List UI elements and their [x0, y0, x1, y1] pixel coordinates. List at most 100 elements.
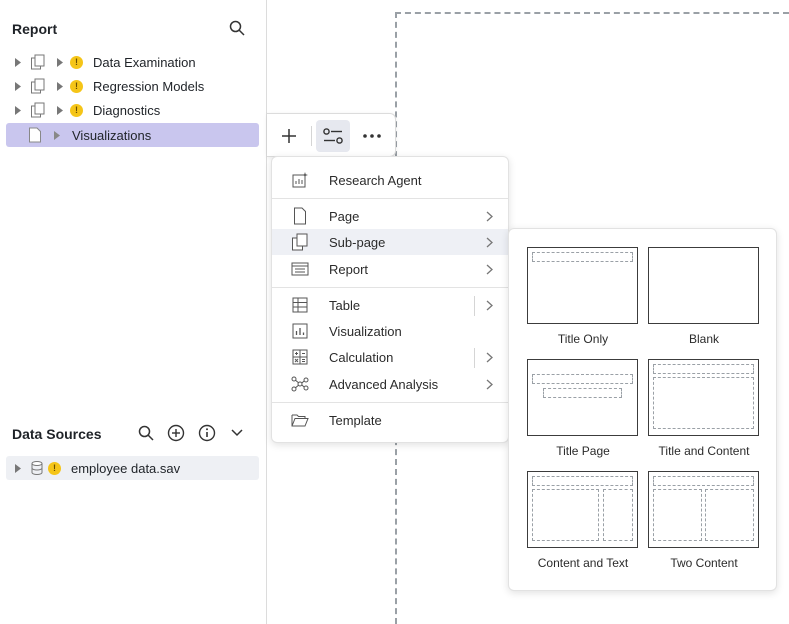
tree-item-label: Visualizations	[72, 127, 152, 143]
layout-label: Two Content	[670, 556, 738, 570]
layout-label: Title and Content	[658, 444, 750, 458]
caret-right-icon[interactable]	[13, 57, 23, 67]
page-icon	[290, 206, 310, 226]
tree-item-label: Regression Models	[93, 78, 205, 94]
layout-label: Blank	[688, 332, 720, 346]
page-icon	[26, 126, 44, 144]
tree-item-label: Data Examination	[93, 54, 196, 70]
menu-item-label: Table	[329, 297, 361, 313]
chart-icon	[290, 321, 310, 341]
subpage-icon	[29, 77, 47, 95]
toolbar-separator	[311, 126, 312, 146]
caret-right-icon[interactable]	[55, 105, 65, 115]
chevron-down-icon[interactable]	[227, 423, 247, 443]
chevron-right-icon	[483, 236, 495, 248]
layout-content-and-text[interactable]: Content and Text	[527, 471, 639, 571]
menu-item-subpage[interactable]: Sub-page	[272, 229, 508, 255]
folder-open-icon	[290, 410, 310, 430]
subpage-icon	[290, 232, 310, 252]
caret-right-icon[interactable]	[52, 130, 62, 140]
report-panel-title: Report	[12, 21, 58, 37]
add-button[interactable]	[272, 120, 306, 152]
datasource-label: employee data.sav	[71, 460, 181, 476]
menu-divider	[272, 198, 508, 199]
menu-item-template[interactable]: Template	[272, 407, 508, 433]
layout-thumbnail	[527, 247, 638, 324]
layout-two-content[interactable]: Two Content	[648, 471, 760, 571]
warning-icon: !	[48, 461, 61, 475]
subpage-icon	[29, 101, 47, 119]
warning-icon: !	[70, 55, 83, 69]
chevron-right-icon[interactable]	[483, 299, 495, 311]
more-icon	[363, 134, 381, 138]
menu-item-visualization[interactable]: Visualization	[272, 318, 508, 344]
tree-item-data-examination[interactable]: ! Data Examination	[6, 50, 259, 74]
layout-label: Title Only	[557, 332, 609, 346]
split-separator	[474, 348, 475, 368]
insert-layout-icon	[323, 128, 343, 144]
left-sidebar: Report ! Data Examination ! Regression M…	[0, 0, 267, 624]
menu-item-table[interactable]: Table	[272, 292, 508, 318]
search-icon[interactable]	[136, 423, 156, 443]
layout-blank[interactable]: Blank	[648, 247, 760, 347]
search-icon[interactable]	[227, 18, 247, 38]
menu-item-report[interactable]: Report	[272, 256, 508, 282]
layout-thumbnail	[527, 471, 638, 548]
tree-item-regression-models[interactable]: ! Regression Models	[6, 74, 259, 98]
menu-item-label: Visualization	[329, 323, 402, 339]
menu-item-label: Page	[329, 208, 360, 224]
table-icon	[290, 295, 310, 315]
menu-item-label: Report	[329, 261, 369, 277]
menu-item-label: Template	[329, 412, 382, 428]
menu-item-label: Sub-page	[329, 234, 386, 250]
layout-label: Content and Text	[537, 556, 629, 570]
menu-item-label: Calculation	[329, 349, 394, 365]
menu-item-page[interactable]: Page	[272, 203, 508, 229]
info-icon[interactable]	[197, 423, 217, 443]
warning-icon: !	[70, 103, 83, 117]
add-icon	[282, 129, 296, 143]
layout-thumbnail	[527, 359, 638, 436]
insert-toolbar	[267, 113, 396, 157]
warning-icon: !	[70, 79, 83, 93]
data-sources-title: Data Sources	[12, 426, 102, 442]
datasource-item[interactable]: ! employee data.sav	[6, 456, 259, 480]
chevron-right-icon	[483, 210, 495, 222]
report-icon	[290, 259, 310, 279]
layout-title-only[interactable]: Title Only	[527, 247, 639, 347]
network-icon	[290, 374, 310, 394]
menu-item-label: Advanced Analysis	[329, 376, 439, 392]
layout-thumbnail	[648, 359, 759, 436]
chevron-right-icon	[483, 378, 495, 390]
menu-item-calculation[interactable]: Calculation	[272, 344, 508, 370]
caret-right-icon[interactable]	[55, 81, 65, 91]
layout-thumbnail	[648, 471, 759, 548]
layout-title-page[interactable]: Title Page	[527, 359, 639, 459]
caret-right-icon[interactable]	[13, 81, 23, 91]
tree-item-diagnostics[interactable]: ! Diagnostics	[6, 98, 259, 122]
research-agent-icon	[290, 170, 310, 190]
split-separator	[474, 296, 475, 316]
subpage-icon	[29, 53, 47, 71]
menu-item-research-agent[interactable]: Research Agent	[272, 167, 508, 193]
menu-divider	[272, 402, 508, 403]
database-icon	[29, 460, 45, 476]
caret-right-icon[interactable]	[13, 463, 23, 473]
menu-item-advanced-analysis[interactable]: Advanced Analysis	[272, 371, 508, 397]
layout-thumbnail	[648, 247, 759, 324]
caret-right-icon[interactable]	[55, 57, 65, 67]
layout-title-and-content[interactable]: Title and Content	[648, 359, 760, 459]
tree-item-visualizations[interactable]: Visualizations	[6, 123, 259, 147]
chevron-right-icon	[483, 263, 495, 275]
chevron-right-icon[interactable]	[483, 351, 495, 363]
tree-item-label: Diagnostics	[93, 102, 161, 118]
calculator-icon	[290, 347, 310, 367]
add-circle-icon[interactable]	[166, 423, 186, 443]
more-button[interactable]	[355, 120, 389, 152]
menu-item-label: Research Agent	[329, 172, 422, 188]
layout-label: Title Page	[556, 444, 610, 458]
subpage-layout-panel: Title Only Blank Title Page Title and Co…	[508, 228, 777, 591]
insert-layout-button[interactable]	[316, 120, 350, 152]
caret-right-icon[interactable]	[13, 105, 23, 115]
menu-divider	[272, 287, 508, 288]
